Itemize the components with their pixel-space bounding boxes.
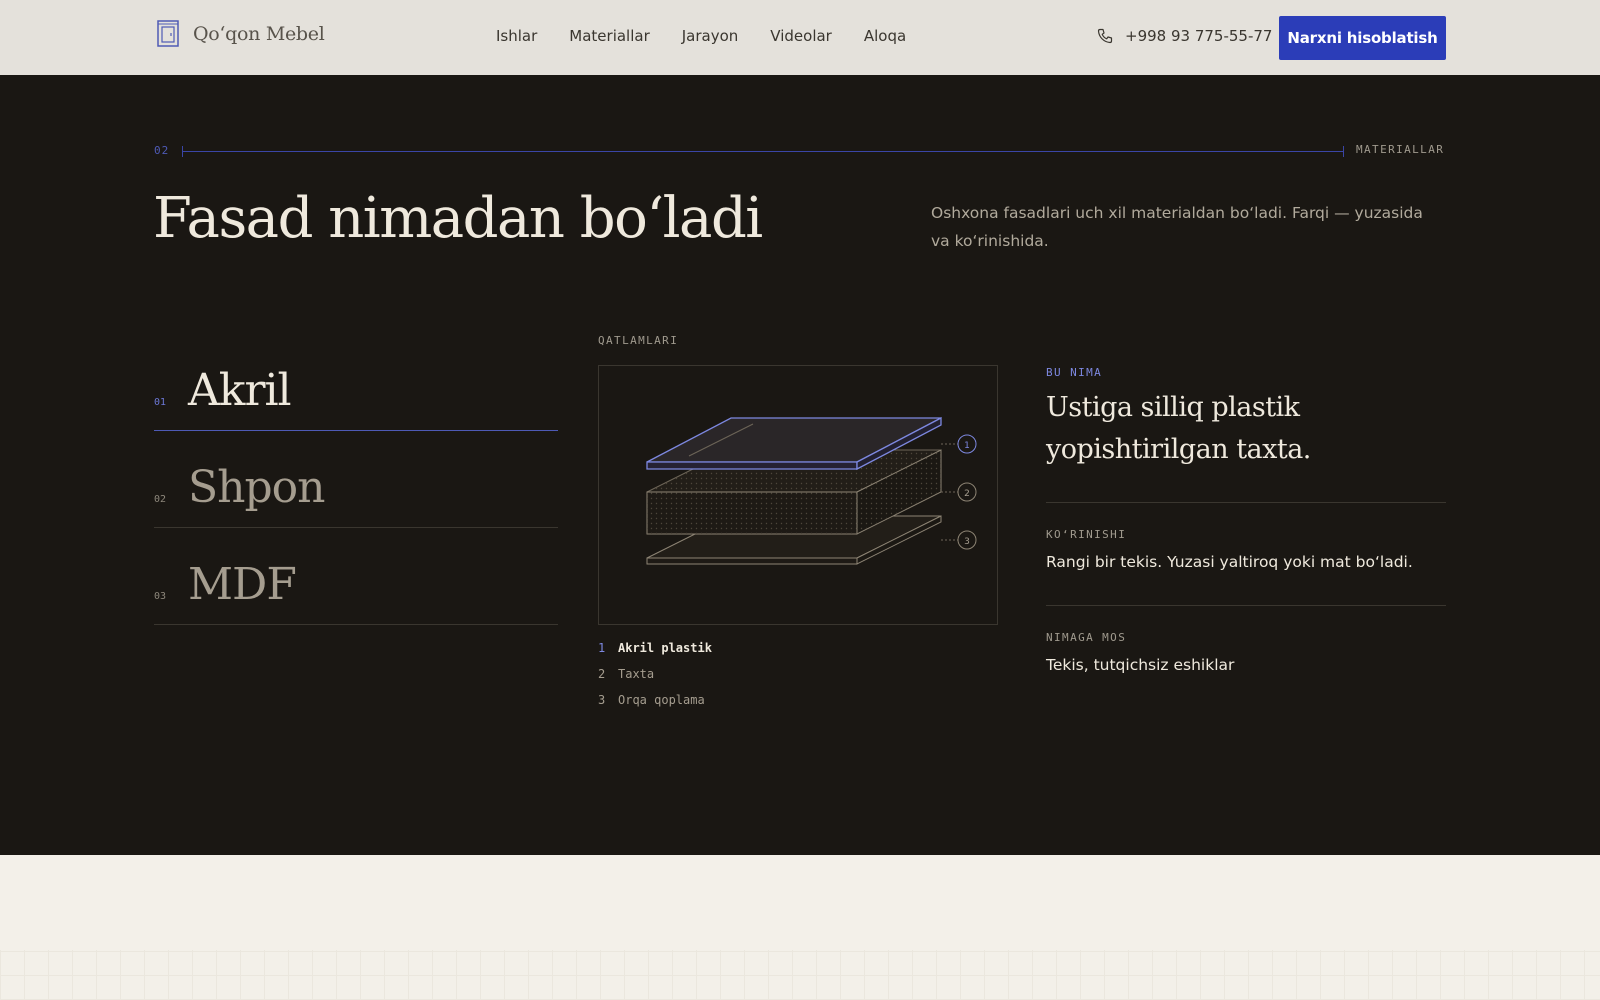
callout-2: 2: [964, 489, 970, 499]
layers-illustration: 1 2 3: [646, 416, 977, 565]
legend-label: Akril plastik: [618, 641, 712, 655]
material-name: MDF: [188, 559, 297, 610]
cabinet-icon: [157, 20, 179, 47]
section-label: MATERIALLAR: [1356, 143, 1445, 156]
material-tab-akril[interactable]: 01 Akril: [154, 334, 558, 431]
phone-link[interactable]: +998 93 775-55-77: [1097, 27, 1272, 45]
what-label: BU NIMA: [1046, 366, 1103, 379]
next-section-top: [0, 855, 1600, 950]
legend-item[interactable]: 1 Akril plastik: [598, 641, 712, 667]
legend-label: Orqa qoplama: [618, 693, 705, 707]
site-header: Qo‘qon Mebel Ishlar Materiallar Jarayon …: [0, 0, 1600, 75]
legend-number: 3: [598, 693, 606, 707]
logo[interactable]: Qo‘qon Mebel: [157, 20, 325, 47]
appearance-label: KO‘RINISHI: [1046, 528, 1127, 541]
suitable-label: NIMAGA MOS: [1046, 631, 1127, 644]
what-text: Ustiga silliq plastik yopishtirilgan tax…: [1046, 392, 1311, 465]
nav-ishlar[interactable]: Ishlar: [496, 27, 537, 45]
nav-jarayon[interactable]: Jarayon: [682, 27, 739, 45]
material-number: 03: [154, 591, 167, 602]
suitable-text: Tekis, tutqichsiz eshiklar: [1046, 656, 1235, 674]
phone-number: +998 93 775-55-77: [1125, 27, 1273, 45]
section-rule: [182, 151, 1344, 152]
material-tab-mdf[interactable]: 03 MDF: [154, 528, 558, 625]
nav-videolar[interactable]: Videolar: [770, 27, 832, 45]
legend-item[interactable]: 2 Taxta: [598, 667, 712, 693]
section-number: 02: [154, 144, 170, 157]
legend-number: 1: [598, 641, 606, 655]
section-rule-tick: [1343, 146, 1344, 157]
section-intro: Oshxona fasadlari uch xil materialdan bo…: [931, 204, 1423, 250]
legend-label: Taxta: [618, 667, 655, 681]
legend-item[interactable]: 3 Orqa qoplama: [598, 693, 712, 719]
legend-number: 2: [598, 667, 606, 681]
divider: [1046, 502, 1446, 503]
main-nav: Ishlar Materiallar Jarayon Videolar Aloq…: [496, 27, 938, 45]
appearance-text: Rangi bir tekis. Yuzasi yaltiroq yoki ma…: [1046, 553, 1413, 571]
layers-diagram: 1 2 3: [598, 365, 998, 625]
logo-text: Qo‘qon Mebel: [193, 22, 325, 45]
material-number: 01: [154, 397, 167, 408]
layers-legend: 1 Akril plastik 2 Taxta 3 Orqa qoplama: [598, 641, 712, 719]
callout-3: 3: [964, 537, 970, 547]
nav-aloqa[interactable]: Aloqa: [864, 27, 906, 45]
material-number: 02: [154, 494, 167, 505]
material-tab-shpon[interactable]: 02 Shpon: [154, 431, 558, 528]
section-title: Fasad nimadan bo‘ladi: [153, 186, 763, 251]
callout-1: 1: [964, 441, 970, 451]
phone-icon: [1097, 28, 1113, 44]
material-name: Akril: [188, 365, 292, 416]
calculate-price-button[interactable]: Narxni hisoblatish: [1279, 16, 1446, 60]
layers-label: QATLAMLARI: [598, 334, 679, 347]
nav-materiallar[interactable]: Materiallar: [569, 27, 649, 45]
material-name: Shpon: [188, 462, 325, 513]
divider: [1046, 605, 1446, 606]
